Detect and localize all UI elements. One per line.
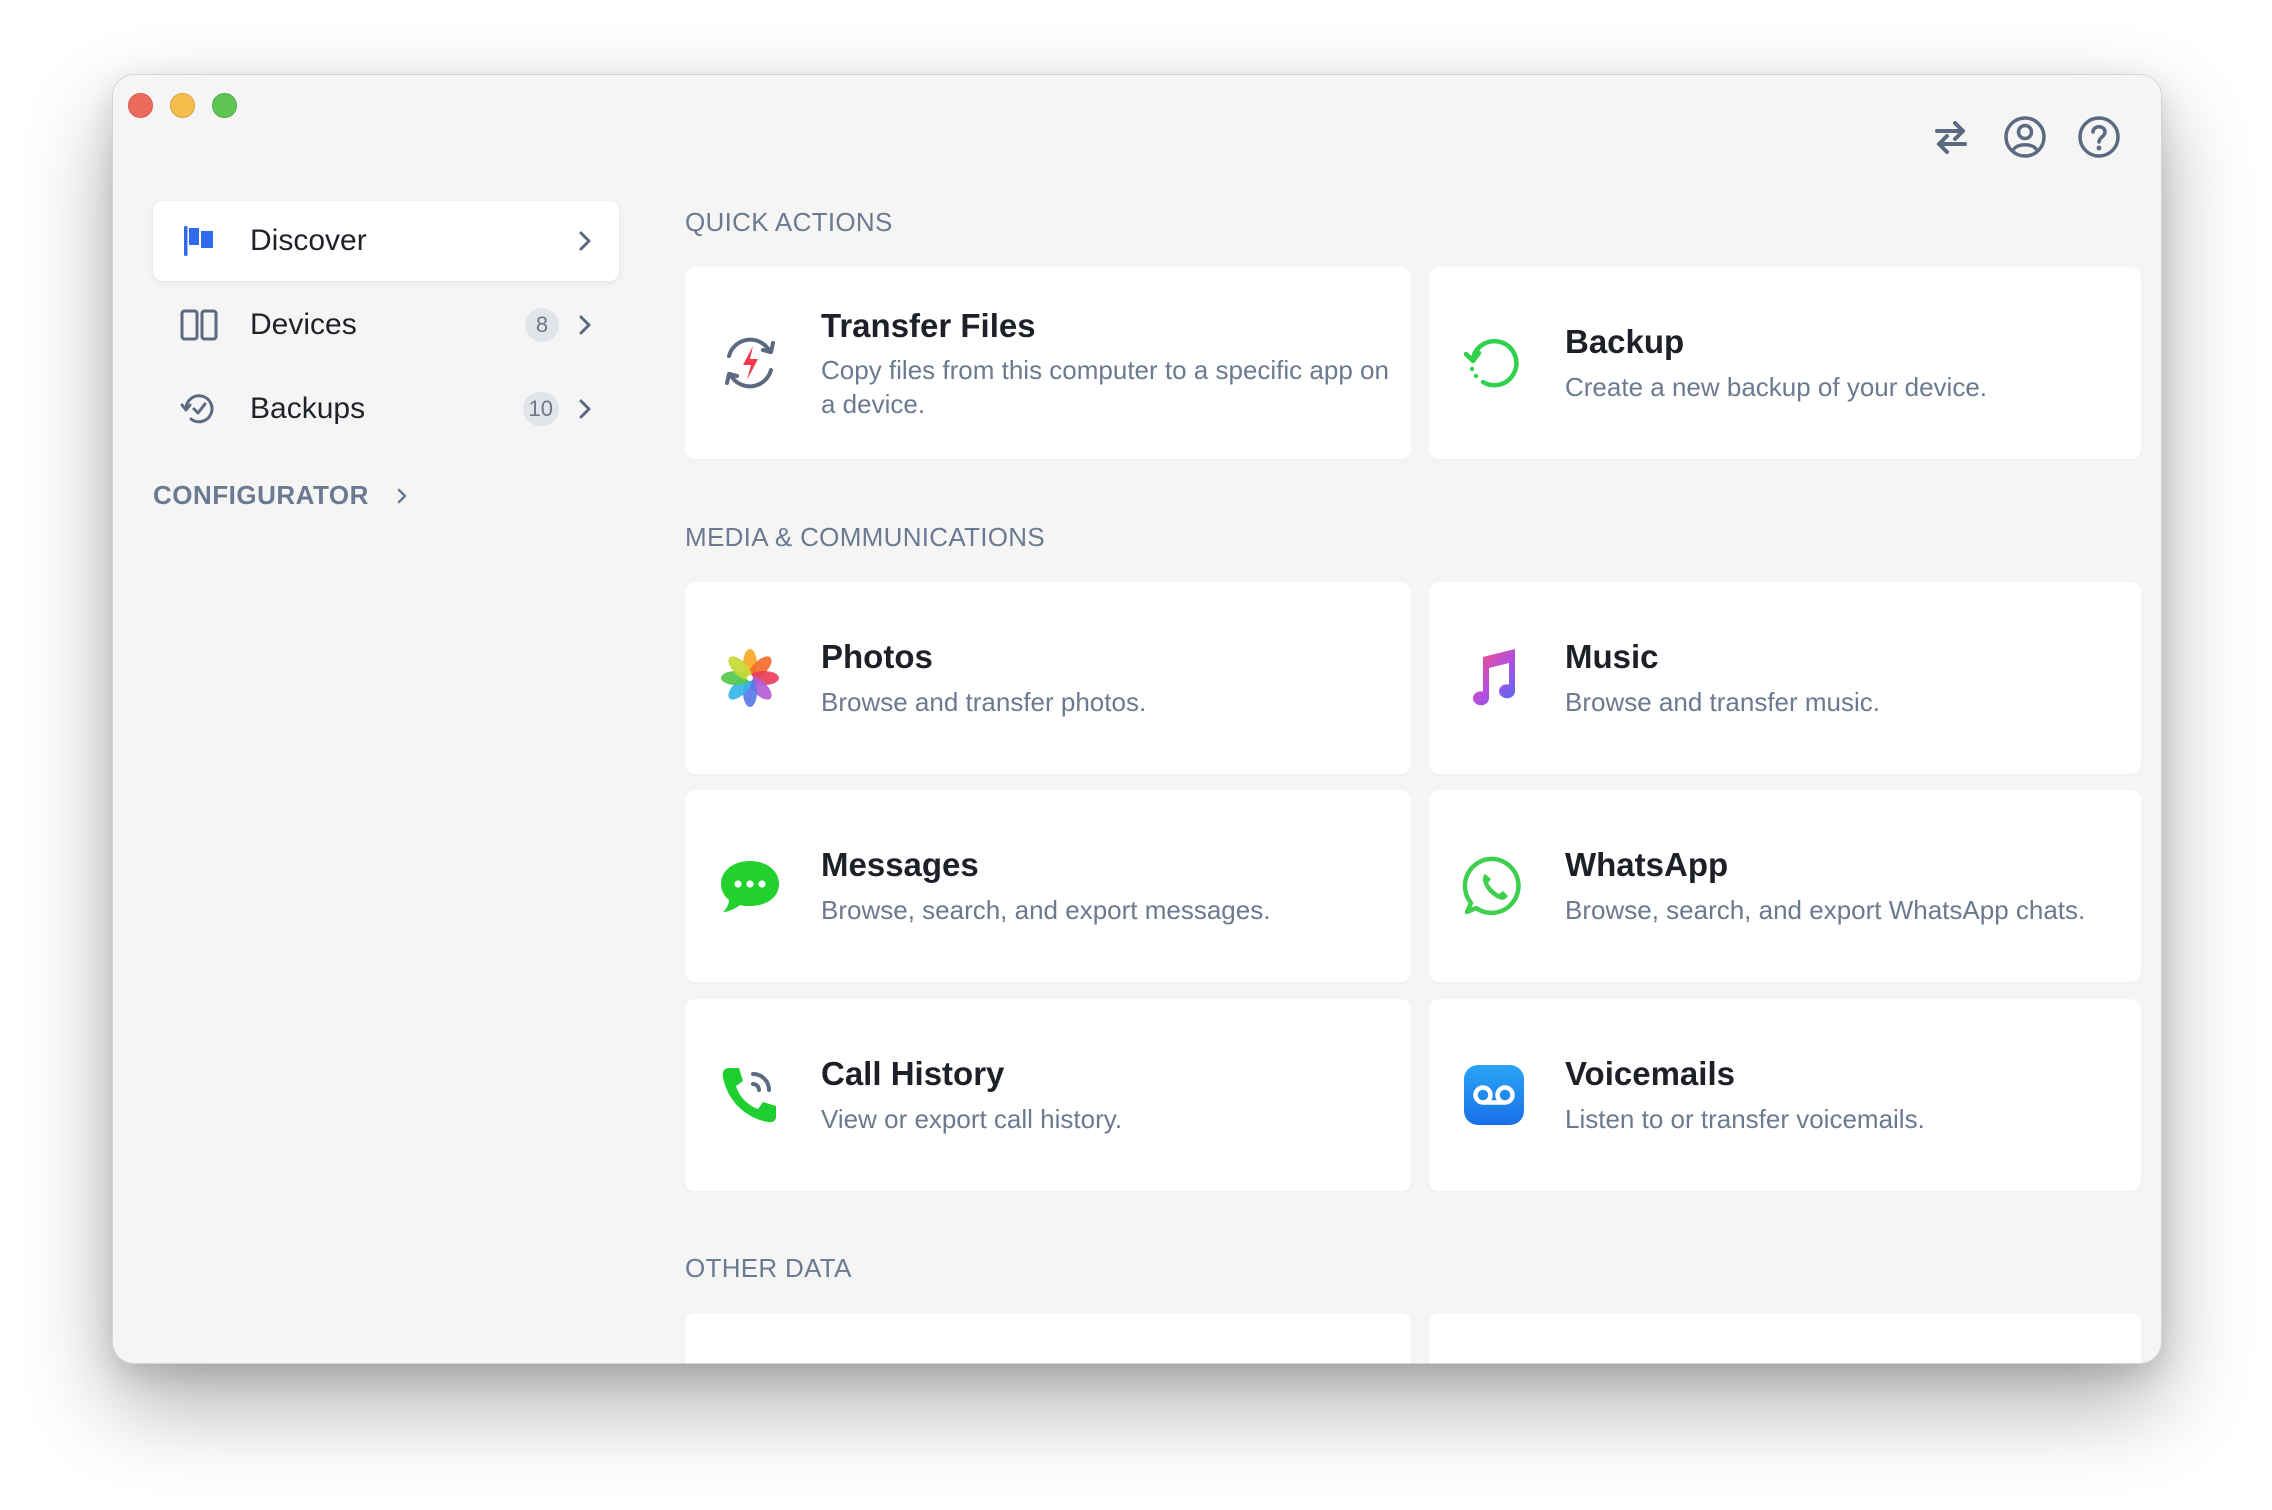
devices-icon	[180, 309, 218, 341]
chevron-right-icon	[579, 315, 591, 335]
sidebar-item-discover[interactable]: Discover	[153, 201, 619, 281]
card-whatsapp[interactable]: WhatsApp Browse, search, and export What…	[1429, 790, 2141, 982]
card-description: Browse, search, and export WhatsApp chat…	[1565, 895, 2086, 925]
card-title: Call History	[821, 1055, 1005, 1092]
flags-icon	[184, 226, 213, 256]
window-controls	[128, 93, 237, 118]
sidebar-item-label: Discover	[250, 224, 367, 257]
whatsapp-icon	[1462, 856, 1521, 916]
card-description: Copy files from this computer to a speci…	[821, 355, 1389, 419]
card-photos[interactable]: Photos Browse and transfer photos.	[685, 582, 1411, 774]
count-badge: 8	[525, 308, 559, 342]
configurator-label: CONFIGURATOR	[153, 480, 369, 510]
card-description: Browse and transfer photos.	[821, 687, 1147, 717]
card-description: Browse and transfer music.	[1565, 687, 1881, 717]
sidebar-item-label: Devices	[250, 308, 357, 341]
minimize-window-button[interactable]	[170, 93, 195, 118]
main-content: QUICK ACTIONS Transfer Files Copy files …	[673, 75, 2141, 1363]
configurator-section-link[interactable]: CONFIGURATOR	[153, 480, 413, 511]
card-title: Photos	[821, 638, 933, 675]
voicemail-icon	[1464, 1065, 1524, 1125]
sidebar: Discover Devices 8 Backups 10	[153, 201, 619, 453]
messages-icon	[721, 861, 779, 912]
card-voicemails[interactable]: Voicemails Listen to or transfer voicema…	[1429, 999, 2141, 1191]
card-title: Messages	[821, 846, 979, 883]
count-badge: 10	[522, 392, 559, 426]
card-title: Backup	[1565, 323, 1685, 360]
card-description: Browse, search, and export messages.	[821, 895, 1271, 925]
phone-icon	[722, 1068, 776, 1123]
card-title: WhatsApp	[1565, 846, 1729, 883]
music-icon	[1473, 649, 1516, 706]
card-transfer-files[interactable]: Transfer Files Copy files from this comp…	[685, 267, 1411, 459]
card-title: Music	[1565, 638, 1659, 675]
card-description: View or export call history.	[821, 1104, 1123, 1134]
card-backup[interactable]: Backup Create a new backup of your devic…	[1429, 267, 2141, 459]
close-window-button[interactable]	[128, 93, 153, 118]
card-music[interactable]: Music Browse and transfer music.	[1429, 582, 2141, 774]
sidebar-item-label: Backups	[250, 392, 366, 425]
transfer-files-icon	[725, 337, 775, 389]
backup-icon	[1463, 338, 1519, 388]
card-other-data-2[interactable]	[1429, 1313, 2141, 1363]
card-title: Transfer Files	[821, 307, 1036, 344]
card-messages[interactable]: Messages Browse, search, and export mess…	[685, 790, 1411, 982]
zoom-window-button[interactable]	[212, 93, 237, 118]
app-window: Discover Devices 8 Backups 10 CONFIGURAT…	[112, 74, 2162, 1364]
card-call-history[interactable]: Call History View or export call history…	[685, 999, 1411, 1191]
card-description: Listen to or transfer voicemails.	[1565, 1104, 1925, 1134]
card-title: Voicemails	[1565, 1055, 1735, 1092]
chevron-right-icon	[579, 231, 591, 251]
photos-icon	[721, 649, 779, 707]
backup-clock-icon	[180, 394, 214, 424]
chevron-right-icon	[579, 399, 591, 419]
card-description: Create a new backup of your device.	[1565, 372, 1988, 402]
section-title-media: MEDIA & COMMUNICATIONS	[685, 522, 1046, 552]
section-title-quick-actions: QUICK ACTIONS	[685, 207, 893, 237]
chevron-right-icon	[397, 488, 407, 503]
sidebar-item-devices[interactable]: Devices 8	[153, 285, 619, 365]
sidebar-item-backups[interactable]: Backups 10	[153, 369, 619, 449]
section-title-other-data: OTHER DATA	[685, 1253, 852, 1283]
card-other-data-1[interactable]	[685, 1313, 1411, 1363]
